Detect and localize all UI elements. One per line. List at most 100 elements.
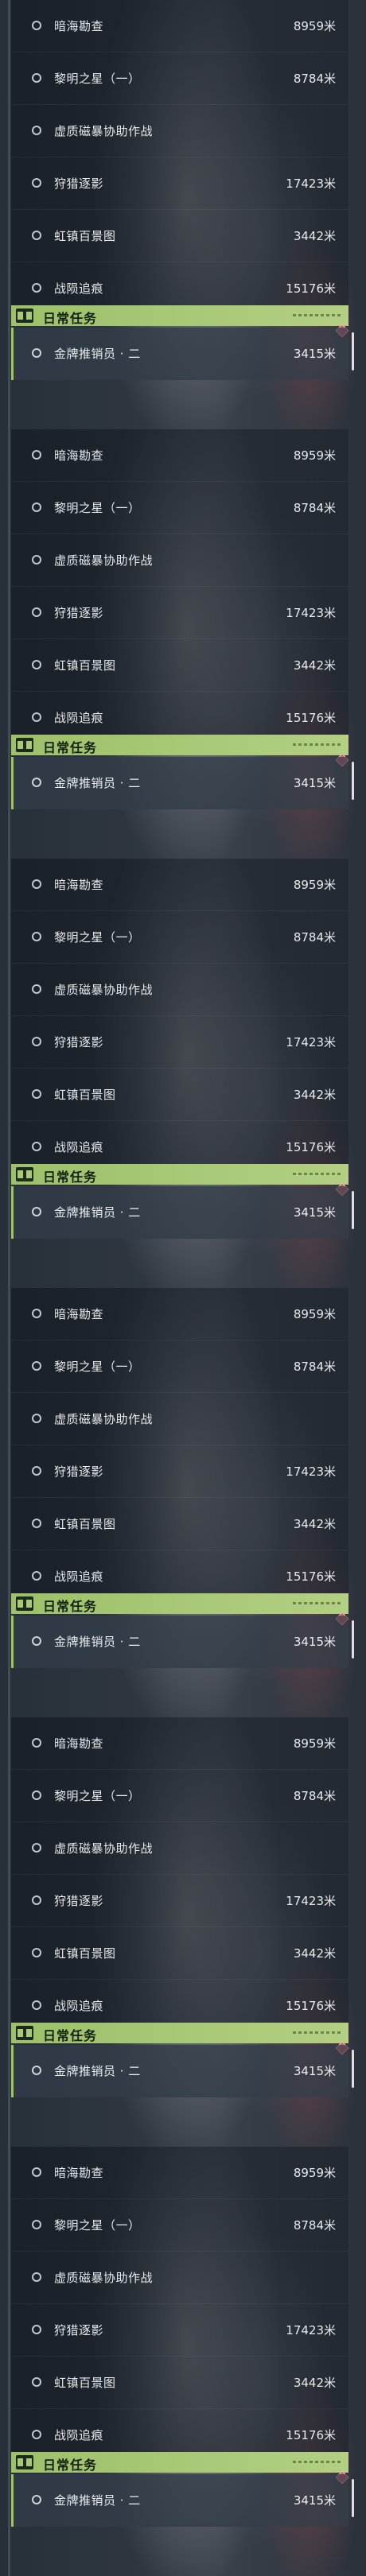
task-row[interactable]: 虚质磁暴协助作战 (11, 2252, 348, 2304)
task-list: 暗海勘查 8959米 黎明之星（一） 8784米 虚质磁暴协助作战 狩猎逐影 1… (11, 0, 348, 315)
bullet-icon (32, 21, 41, 30)
task-row[interactable]: 暗海勘查 8959米 (11, 1717, 348, 1770)
task-distance: 3442米 (293, 658, 336, 673)
task-row[interactable]: 狩猎逐影 17423米 (11, 157, 348, 210)
daily-task-name: 金牌推销员 · 二 (54, 776, 141, 790)
task-row[interactable]: 黎明之星（一） 8784米 (11, 1770, 348, 1822)
daily-task-title: 日常任务 (43, 311, 98, 326)
task-row[interactable]: 虹镇百景图 3442米 (11, 1927, 348, 1980)
task-row[interactable]: 虚质磁暴协助作战 (11, 964, 348, 1016)
daily-task-header[interactable]: 日常任务 (11, 735, 348, 755)
task-distance: 8959米 (293, 878, 336, 892)
task-distance: 17423米 (286, 1465, 336, 1479)
task-name: 虹镇百景图 (54, 1946, 116, 1961)
daily-task-header[interactable]: 日常任务 (11, 1164, 348, 1185)
task-row[interactable]: 虚质磁暴协助作战 (11, 534, 348, 587)
daily-task-row[interactable]: 金牌推销员 · 二 3415米 (11, 1186, 348, 1239)
task-row[interactable]: 狩猎逐影 17423米 (11, 2304, 348, 2357)
book-icon (16, 1596, 33, 1611)
daily-task-header[interactable]: 日常任务 (11, 2023, 348, 2043)
task-row[interactable]: 狩猎逐影 17423米 (11, 587, 348, 639)
daily-task-row[interactable]: 金牌推销员 · 二 3415米 (11, 2045, 348, 2097)
task-name: 虚质磁暴协助作战 (54, 1841, 154, 1856)
task-name: 暗海勘查 (54, 2166, 104, 2180)
task-row[interactable]: 虹镇百景图 3442米 (11, 2357, 348, 2409)
daily-task-title: 日常任务 (43, 1599, 98, 1614)
task-row[interactable]: 暗海勘查 8959米 (11, 429, 348, 482)
daily-task-row[interactable]: 金牌推销员 · 二 3415米 (11, 757, 348, 809)
task-row[interactable]: 虹镇百景图 3442米 (11, 210, 348, 262)
task-row[interactable]: 狩猎逐影 17423米 (11, 1445, 348, 1498)
task-name: 黎明之星（一） (54, 72, 141, 86)
task-row[interactable]: 黎明之星（一） 8784米 (11, 52, 348, 105)
bullet-icon (32, 2167, 41, 2177)
task-name: 虹镇百景图 (54, 658, 116, 673)
task-name: 虚质磁暴协助作战 (54, 2271, 154, 2285)
bullet-icon (32, 1414, 41, 1423)
task-distance: 17423米 (286, 177, 336, 191)
header-decoration (293, 2031, 341, 2034)
task-distance: 15176米 (286, 1999, 336, 2013)
scrollbar[interactable] (352, 1620, 354, 1658)
bullet-icon (32, 1519, 41, 1528)
daily-task-distance: 3415米 (293, 2064, 336, 2078)
scrollbar[interactable] (352, 1191, 354, 1229)
task-name: 虹镇百景图 (54, 229, 116, 243)
task-row[interactable]: 虹镇百景图 3442米 (11, 1498, 348, 1550)
bullet-icon (32, 178, 41, 188)
bullet-icon (32, 348, 41, 358)
scrollbar[interactable] (352, 762, 354, 800)
task-row[interactable]: 虚质磁暴协助作战 (11, 105, 348, 157)
task-name: 狩猎逐影 (54, 606, 104, 620)
book-icon (16, 2455, 33, 2469)
daily-task-title: 日常任务 (43, 2458, 98, 2473)
daily-task-header[interactable]: 日常任务 (11, 1593, 348, 1614)
task-name: 暗海勘查 (54, 1307, 104, 1321)
task-row[interactable]: 暗海勘查 8959米 (11, 859, 348, 911)
scrollbar[interactable] (352, 332, 354, 370)
daily-task-header[interactable]: 日常任务 (11, 305, 348, 326)
task-distance: 3442米 (293, 229, 336, 243)
task-list: 暗海勘查 8959米 黎明之星（一） 8784米 虚质磁暴协助作战 狩猎逐影 1… (11, 859, 348, 1174)
task-row[interactable]: 虹镇百景图 3442米 (11, 639, 348, 692)
task-name: 虹镇百景图 (54, 1088, 116, 1102)
quest-panel: 暗海勘查 8959米 黎明之星（一） 8784米 虚质磁暴协助作战 狩猎逐影 1… (0, 1717, 366, 2147)
task-name: 战陨追痕 (54, 1140, 104, 1154)
daily-task-name: 金牌推销员 · 二 (54, 1635, 141, 1649)
scrollbar[interactable] (352, 2050, 354, 2088)
task-row[interactable]: 虚质磁暴协助作战 (11, 1822, 348, 1875)
task-distance: 17423米 (286, 606, 336, 620)
task-row[interactable]: 黎明之星（一） 8784米 (11, 911, 348, 964)
bullet-icon (32, 1037, 41, 1046)
quest-panel: 暗海勘查 8959米 黎明之星（一） 8784米 虚质磁暴协助作战 狩猎逐影 1… (0, 0, 366, 429)
task-distance: 3442米 (293, 2376, 336, 2390)
task-distance: 8784米 (293, 930, 336, 945)
task-row[interactable]: 黎明之星（一） 8784米 (11, 1340, 348, 1393)
daily-task-row[interactable]: 金牌推销员 · 二 3415米 (11, 328, 348, 380)
bullet-icon (32, 879, 41, 889)
task-row[interactable]: 黎明之星（一） 8784米 (11, 2199, 348, 2252)
bullet-icon (32, 932, 41, 941)
daily-task-distance: 3415米 (293, 1635, 336, 1649)
task-row[interactable]: 暗海勘查 8959米 (11, 0, 348, 52)
daily-task-row[interactable]: 金牌推销员 · 二 3415米 (11, 1616, 348, 1668)
daily-task-name: 金牌推销员 · 二 (54, 2493, 141, 2508)
task-row[interactable]: 虹镇百景图 3442米 (11, 1069, 348, 1121)
task-distance: 15176米 (286, 711, 336, 725)
task-name: 战陨追痕 (54, 2428, 104, 2442)
task-distance: 8959米 (293, 19, 336, 33)
task-row[interactable]: 狩猎逐影 17423米 (11, 1016, 348, 1069)
header-decoration (293, 743, 341, 746)
scrollbar[interactable] (352, 2479, 354, 2517)
task-row[interactable]: 黎明之星（一） 8784米 (11, 482, 348, 534)
task-row[interactable]: 暗海勘查 8959米 (11, 2147, 348, 2199)
task-name: 暗海勘查 (54, 878, 104, 892)
daily-task-header[interactable]: 日常任务 (11, 2452, 348, 2473)
task-row[interactable]: 狩猎逐影 17423米 (11, 1875, 348, 1927)
bullet-icon (32, 1207, 41, 1216)
daily-task-title: 日常任务 (43, 2028, 98, 2043)
quest-panel: 暗海勘查 8959米 黎明之星（一） 8784米 虚质磁暴协助作战 狩猎逐影 1… (0, 859, 366, 1288)
daily-task-row[interactable]: 金牌推销员 · 二 3415米 (11, 2474, 348, 2527)
task-row[interactable]: 虚质磁暴协助作战 (11, 1393, 348, 1445)
task-row[interactable]: 暗海勘查 8959米 (11, 1288, 348, 1340)
